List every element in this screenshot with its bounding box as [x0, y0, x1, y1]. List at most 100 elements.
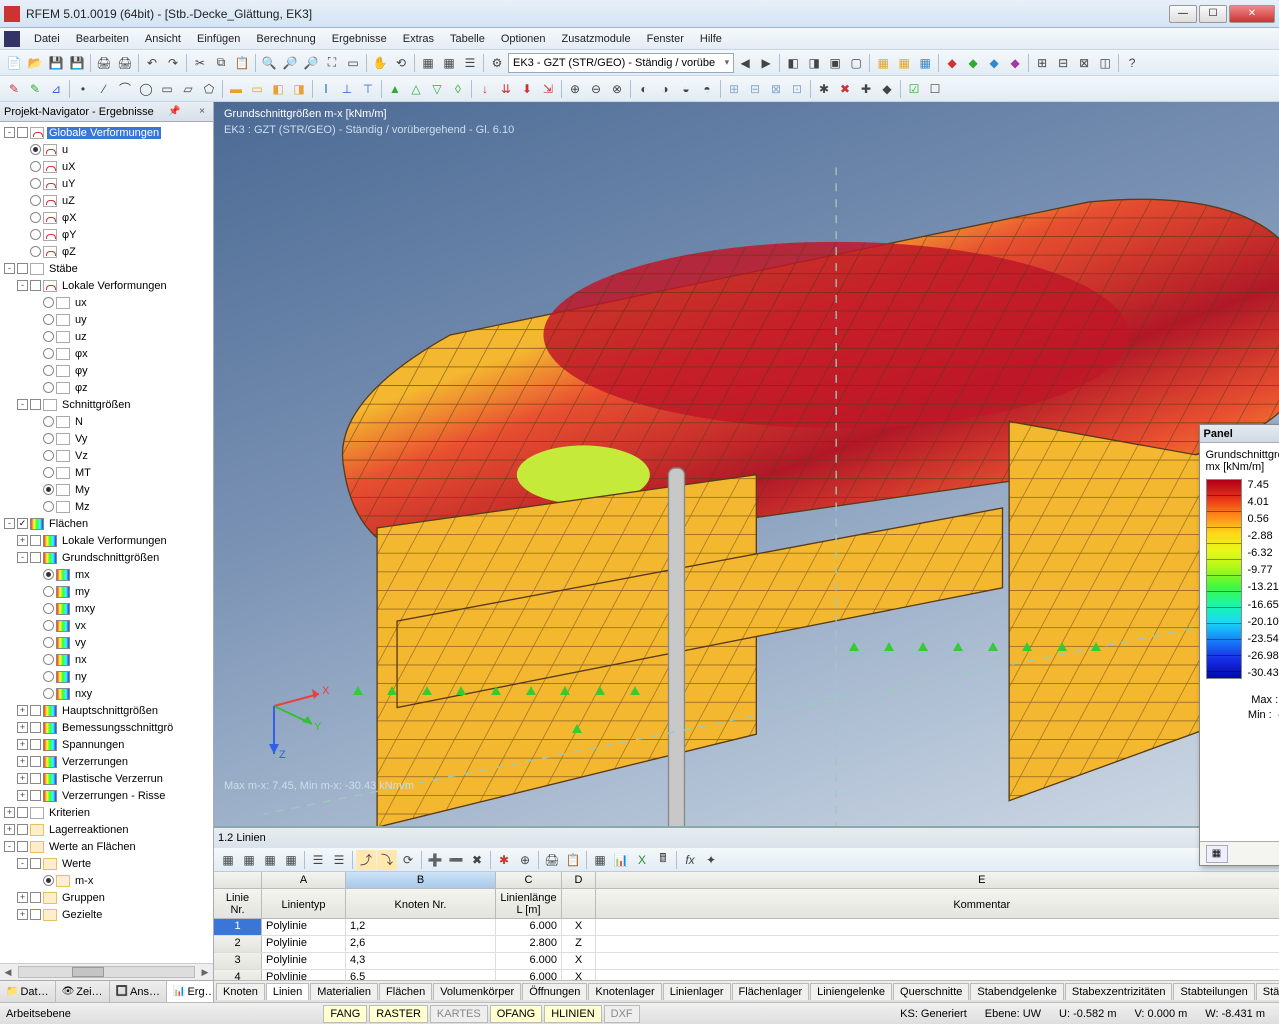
- tb2-ae-icon[interactable]: ◒: [676, 79, 696, 99]
- cell-laenge[interactable]: 6.000: [496, 919, 562, 935]
- ttb-16-icon[interactable]: 📋: [563, 850, 583, 870]
- btab-linienlager[interactable]: Linienlager: [663, 983, 731, 1000]
- tb-redo-icon[interactable]: ↷: [163, 53, 183, 73]
- menu-bearbeiten[interactable]: Bearbeiten: [68, 31, 137, 47]
- status-hlinien[interactable]: HLINIEN: [544, 1005, 601, 1023]
- tb-render2-icon[interactable]: ▦: [894, 53, 914, 73]
- tree-nxy[interactable]: nxy: [73, 688, 94, 700]
- tree-werte-fl[interactable]: Werte an Flächen: [47, 841, 138, 853]
- tb-results3-icon[interactable]: ◆: [984, 53, 1004, 73]
- tb-copy-icon[interactable]: ⧉: [211, 53, 231, 73]
- tree-vxx[interactable]: vx: [73, 620, 88, 632]
- btab-liniengelenke[interactable]: Liniengelenke: [810, 983, 892, 1000]
- tb2-k-icon[interactable]: ▬: [226, 79, 246, 99]
- tree-mxy[interactable]: mxy: [73, 603, 97, 615]
- btab-knoten[interactable]: Knoten: [216, 983, 265, 1000]
- table-grid[interactable]: A B C D E LinieNr. Linientyp Knoten Nr. …: [214, 872, 1279, 980]
- tb-print-icon[interactable]: 🖨: [94, 53, 114, 73]
- ttb-2-icon[interactable]: ▦: [239, 850, 259, 870]
- tree-lphiy[interactable]: φy: [73, 365, 90, 377]
- tb2-am-icon[interactable]: ✚: [856, 79, 876, 99]
- menu-berechnung[interactable]: Berechnung: [248, 31, 323, 47]
- cell-knoten[interactable]: 4,3: [346, 953, 496, 969]
- tb2-ag-icon[interactable]: ⊞: [724, 79, 744, 99]
- table-row[interactable]: 1 Polylinie 1,2 6.000 X: [214, 919, 1279, 936]
- btab-materialien[interactable]: Materialien: [310, 983, 378, 1000]
- tree-luy[interactable]: uy: [73, 314, 89, 326]
- tb-undo-icon[interactable]: ↶: [142, 53, 162, 73]
- tree-verz-r[interactable]: Verzerrungen - Risse: [60, 790, 167, 802]
- th-kommentar[interactable]: Kommentar: [596, 889, 1279, 918]
- tb2-m-icon[interactable]: ◧: [268, 79, 288, 99]
- tree-lokale-verf[interactable]: Lokale Verformungen: [60, 280, 169, 292]
- nav-tab-zeigen[interactable]: 👁Zei…: [56, 981, 110, 1002]
- cell-laenge[interactable]: 2.800: [496, 936, 562, 952]
- btab-knotenlager[interactable]: Knotenlager: [588, 983, 661, 1000]
- tb2-ao-icon[interactable]: ☑: [904, 79, 924, 99]
- tb-misc4-icon[interactable]: ◫: [1095, 53, 1115, 73]
- tb-rotate-icon[interactable]: ⟲: [391, 53, 411, 73]
- tb-new-icon[interactable]: 📄: [4, 53, 24, 73]
- navigator-tree[interactable]: -Globale Verformungen u uX uY uZ φX φY φ…: [0, 122, 213, 963]
- tb-misc3-icon[interactable]: ⊠: [1074, 53, 1094, 73]
- tree-f-grund[interactable]: Grundschnittgrößen: [60, 552, 161, 564]
- tree-u[interactable]: u: [60, 144, 70, 156]
- tree-flaechen[interactable]: Flächen: [47, 518, 90, 530]
- ttb-4-icon[interactable]: ▦: [281, 850, 301, 870]
- row-num[interactable]: 3: [214, 953, 262, 969]
- row-num[interactable]: 2: [214, 936, 262, 952]
- btab-flaechen[interactable]: Flächen: [379, 983, 432, 1000]
- cell-knoten[interactable]: 2,6: [346, 936, 496, 952]
- tb-zoom-fit-icon[interactable]: ⛶: [322, 53, 342, 73]
- status-dxf[interactable]: DXF: [604, 1005, 640, 1023]
- ttb-1-icon[interactable]: ▦: [218, 850, 238, 870]
- cell-kommentar[interactable]: [596, 919, 1279, 935]
- navigator-close-icon[interactable]: ×: [195, 105, 209, 119]
- tb2-e-icon[interactable]: ∕: [94, 79, 114, 99]
- menu-ergebnisse[interactable]: Ergebnisse: [324, 31, 395, 47]
- tb2-b-icon[interactable]: ✎: [25, 79, 45, 99]
- tb-zoom-in-icon[interactable]: 🔎: [280, 53, 300, 73]
- tb-results2-icon[interactable]: ◆: [963, 53, 983, 73]
- th-d[interactable]: [562, 889, 596, 918]
- tb2-d-icon[interactable]: •: [73, 79, 93, 99]
- ttb-17-icon[interactable]: ▦: [590, 850, 610, 870]
- th-laenge[interactable]: LinienlängeL [m]: [496, 889, 562, 918]
- tb2-t-icon[interactable]: ▽: [427, 79, 447, 99]
- tree-mt[interactable]: MT: [73, 467, 93, 479]
- cell-d[interactable]: X: [562, 970, 596, 980]
- th-knoten[interactable]: Knoten Nr.: [346, 889, 496, 918]
- tb-help-icon[interactable]: ?: [1122, 53, 1142, 73]
- tb2-q-icon[interactable]: ⊤: [358, 79, 378, 99]
- cell-laenge[interactable]: 6.000: [496, 953, 562, 969]
- tb-view-top-icon[interactable]: ◨: [804, 53, 824, 73]
- tb2-ad-icon[interactable]: ◑: [655, 79, 675, 99]
- viewport-3d[interactable]: Grundschnittgrößen m-x [kNm/m] EK3 : GZT…: [214, 102, 1279, 826]
- tb-next-icon[interactable]: ▶: [756, 53, 776, 73]
- tree-vyy[interactable]: vy: [73, 637, 88, 649]
- tree-lphix[interactable]: φx: [73, 348, 90, 360]
- menu-hilfe[interactable]: Hilfe: [692, 31, 730, 47]
- menu-tabelle[interactable]: Tabelle: [442, 31, 493, 47]
- btab-stabexz[interactable]: Stabexzentrizitäten: [1065, 983, 1173, 1000]
- tb2-ap-icon[interactable]: ☐: [925, 79, 945, 99]
- tree-mz[interactable]: Mz: [73, 501, 92, 513]
- tb2-aa-icon[interactable]: ⊖: [586, 79, 606, 99]
- menu-optionen[interactable]: Optionen: [493, 31, 554, 47]
- ttb-3-icon[interactable]: ▦: [260, 850, 280, 870]
- minimize-button[interactable]: —: [1169, 5, 1197, 23]
- table-row[interactable]: 4 Polylinie 6,5 6.000 X: [214, 970, 1279, 980]
- tb-render3-icon[interactable]: ▦: [915, 53, 935, 73]
- loadcase-combo[interactable]: EK3 - GZT (STR/GEO) - Ständig / vorübe: [508, 53, 734, 73]
- tree-myy[interactable]: my: [73, 586, 92, 598]
- tb2-a-icon[interactable]: ✎: [4, 79, 24, 99]
- tree-werte[interactable]: Werte: [60, 858, 93, 870]
- th-linientyp[interactable]: Linientyp: [262, 889, 346, 918]
- tree-spann[interactable]: Spannungen: [60, 739, 126, 751]
- tree-lphiz[interactable]: φz: [73, 382, 90, 394]
- tb-render-icon[interactable]: ▦: [873, 53, 893, 73]
- tree-phix[interactable]: φX: [60, 212, 78, 224]
- cell-d[interactable]: Z: [562, 936, 596, 952]
- tb2-x-icon[interactable]: ⬇: [517, 79, 537, 99]
- tree-ux[interactable]: uX: [60, 161, 77, 173]
